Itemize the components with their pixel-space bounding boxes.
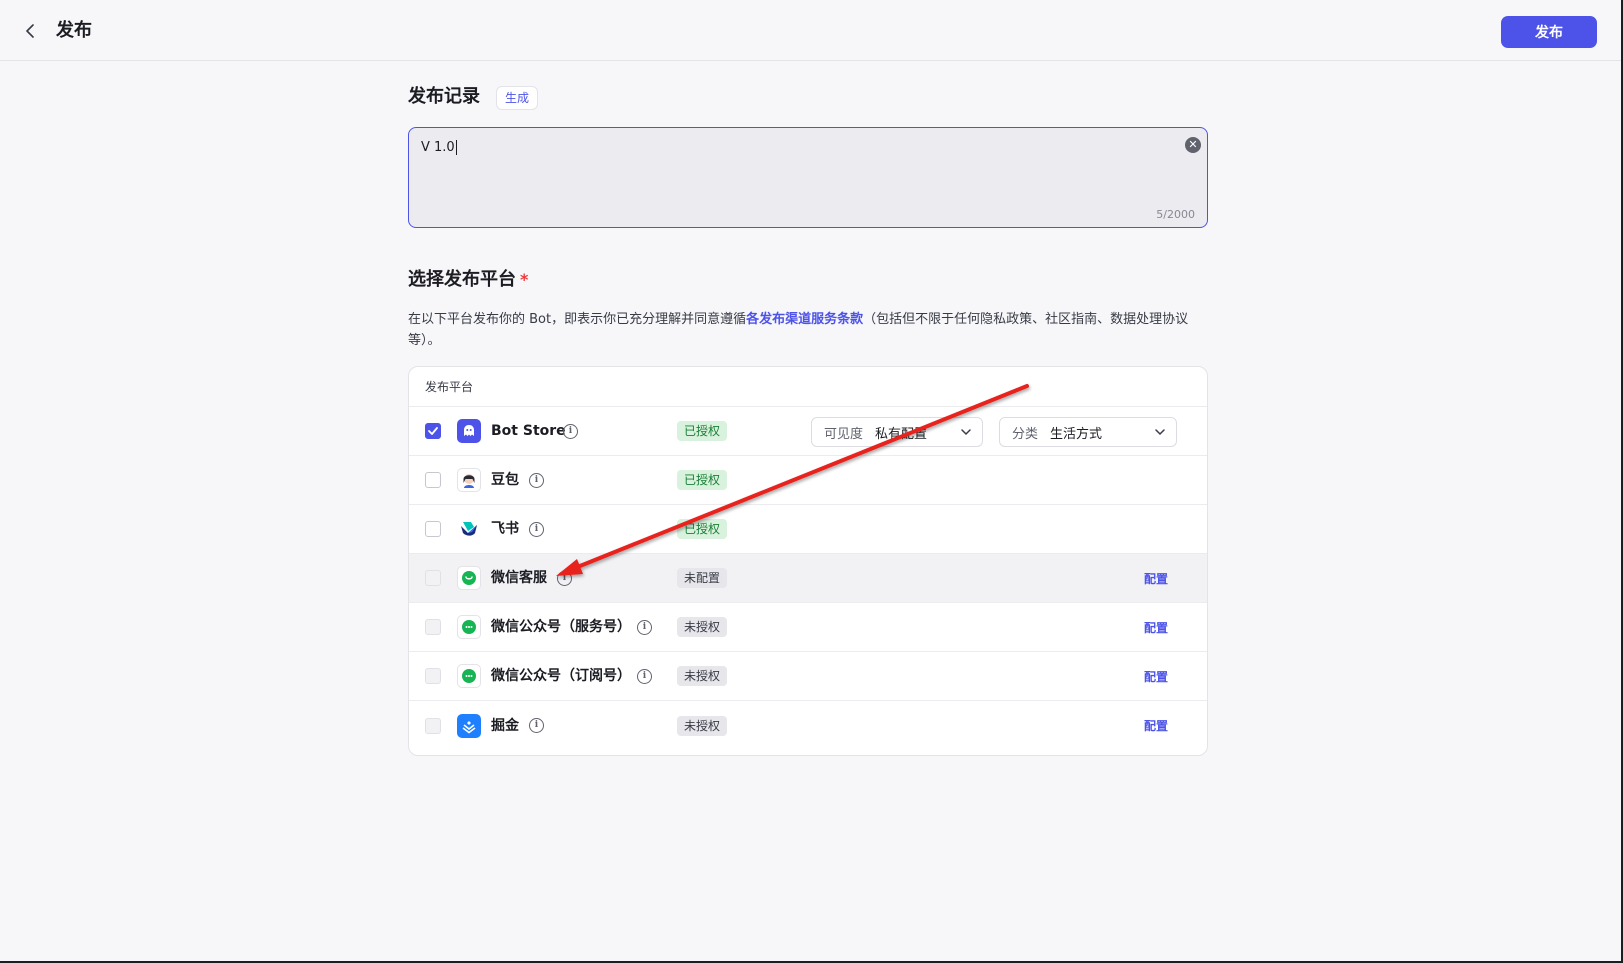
char-count: 5/2000 — [1156, 208, 1195, 221]
info-icon[interactable]: i — [529, 521, 544, 537]
back-arrow-icon[interactable] — [18, 18, 44, 44]
status-badge: 已授权 — [677, 421, 728, 441]
agreement-text: 在以下平台发布你的 Bot，即表示你已充分理解并同意遵循各发布渠道服务条款（包括… — [408, 309, 1208, 351]
info-icon[interactable]: i — [529, 472, 544, 488]
platform-row-doubao: 豆包 i 已授权 — [409, 456, 1207, 505]
platform-name: Bot Store — [491, 423, 566, 439]
publish-button[interactable]: 发布 — [1501, 16, 1597, 48]
platform-table: 发布平台 Bot Store i 已授权 可见度 私有配置 分类 生活方式 豆包… — [408, 366, 1208, 756]
status-badge: 未配置 — [677, 568, 728, 588]
status-badge: 未授权 — [677, 715, 728, 736]
bot-store-checkbox[interactable] — [425, 423, 441, 439]
status-badge: 未授权 — [677, 617, 728, 637]
category-label: 分类 — [1012, 426, 1039, 442]
config-link[interactable]: 配置 — [1144, 619, 1168, 636]
records-title: 发布记录 — [408, 86, 480, 107]
platform-row-wechat-subscription: 微信公众号（订阅号） i 未授权 配置 — [409, 652, 1207, 701]
platform-row-juejin: 掘金 i 未授权 配置 — [409, 701, 1207, 750]
wechat-chat-icon — [457, 615, 481, 639]
config-link[interactable]: 配置 — [1144, 717, 1168, 734]
table-header: 发布平台 — [409, 367, 1207, 407]
text-caret — [455, 139, 457, 155]
info-icon[interactable]: i — [529, 718, 544, 733]
bot-store-icon — [457, 419, 481, 443]
info-icon[interactable]: i — [557, 570, 572, 586]
feishu-checkbox[interactable] — [425, 521, 441, 537]
visibility-select[interactable]: 可见度 私有配置 — [811, 417, 983, 447]
platform-title-text: 选择发布平台 — [408, 269, 516, 290]
wechat-service-account-checkbox[interactable] — [425, 619, 441, 635]
platform-section-title: 选择发布平台 * — [408, 267, 528, 293]
info-icon[interactable]: i — [637, 668, 652, 684]
platform-row-wechat-service-account: 微信公众号（服务号） i 未授权 配置 — [409, 603, 1207, 652]
wechat-service-icon — [457, 566, 481, 590]
chevron-down-icon — [1155, 429, 1165, 436]
platform-row-bot-store: Bot Store i 已授权 可见度 私有配置 分类 生活方式 — [409, 407, 1207, 456]
visibility-value: 私有配置 — [875, 426, 928, 442]
platform-row-wechat-service: 微信客服 i 未配置 配置 — [409, 554, 1207, 603]
juejin-logo-icon — [457, 713, 481, 738]
status-badge: 已授权 — [677, 519, 728, 539]
category-value: 生活方式 — [1050, 426, 1103, 442]
status-badge: 已授权 — [677, 470, 728, 490]
feishu-logo-icon — [457, 517, 481, 541]
visibility-label: 可见度 — [824, 426, 864, 442]
record-input[interactable]: V 1.0 — [421, 137, 1161, 157]
config-link[interactable]: 配置 — [1144, 570, 1168, 587]
platform-name: 掘金 — [491, 717, 519, 734]
status-badge: 未授权 — [677, 666, 728, 686]
platform-name: 微信公众号（服务号） — [491, 619, 631, 635]
doubao-avatar-icon — [457, 468, 481, 492]
info-icon[interactable]: i — [637, 619, 652, 635]
record-textarea[interactable]: V 1.0 ✕ 5/2000 — [408, 127, 1208, 228]
doubao-checkbox[interactable] — [425, 472, 441, 488]
wechat-service-checkbox[interactable] — [425, 570, 441, 586]
page-title: 发布 — [56, 20, 92, 41]
agreement-before: 在以下平台发布你的 Bot，即表示你已充分理解并同意遵循 — [408, 312, 747, 327]
wechat-chat-icon — [457, 664, 481, 688]
platform-name: 豆包 — [491, 472, 519, 488]
config-link[interactable]: 配置 — [1144, 668, 1168, 685]
wechat-subscription-checkbox[interactable] — [425, 668, 441, 684]
platform-row-feishu: 飞书 i 已授权 — [409, 505, 1207, 554]
clear-icon[interactable]: ✕ — [1185, 137, 1201, 153]
juejin-checkbox[interactable] — [425, 717, 441, 734]
chevron-down-icon — [961, 429, 971, 436]
platform-name: 微信客服 — [491, 570, 547, 586]
platform-name: 微信公众号（订阅号） — [491, 668, 631, 684]
generate-button[interactable]: 生成 — [496, 86, 539, 110]
info-icon[interactable]: i — [563, 423, 578, 439]
record-value: V 1.0 — [421, 139, 455, 155]
required-mark: * — [520, 270, 529, 289]
platform-name: 飞书 — [491, 521, 519, 537]
category-select[interactable]: 分类 生活方式 — [999, 417, 1177, 447]
terms-link[interactable]: 各发布渠道服务条款 — [746, 312, 863, 327]
top-bar: 发布 发布 — [0, 0, 1621, 61]
